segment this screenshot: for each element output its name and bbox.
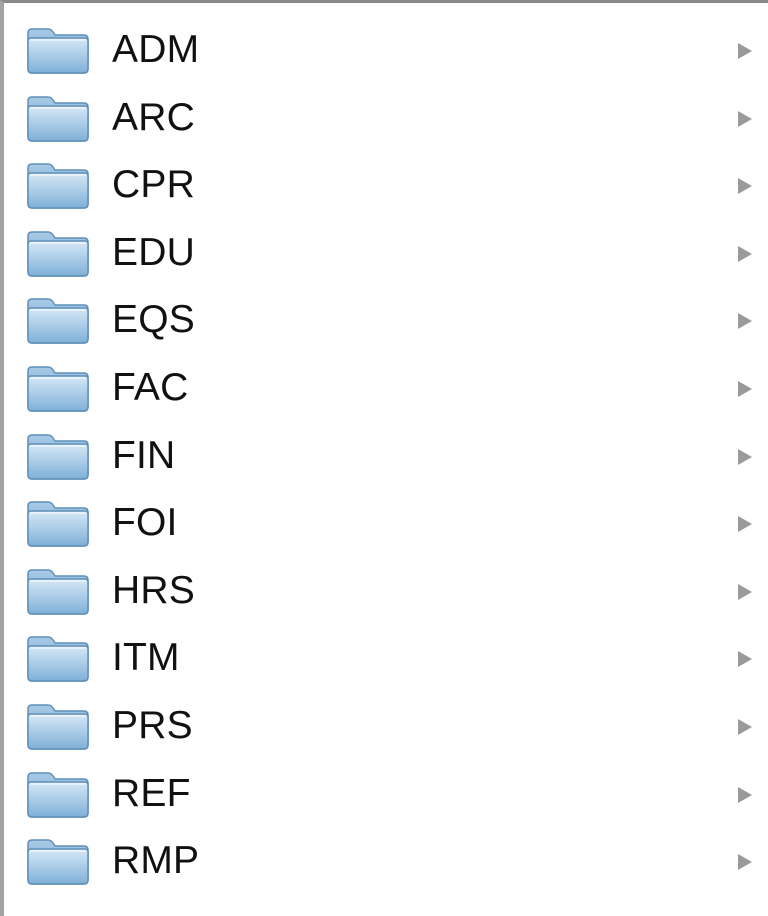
folder-row-prs[interactable]: PRS [4,689,768,757]
folder-label: REF [112,771,191,815]
disclosure-arrow-icon [738,178,752,195]
folder-row-itm[interactable]: ITM [4,621,768,689]
folder-row-fac[interactable]: FAC [4,351,768,419]
disclosure-arrow-icon [738,380,752,397]
disclosure-arrow-icon [738,516,752,533]
folder-icon [26,769,90,819]
folder-row-adm[interactable]: ADM [4,13,768,81]
folder-row-edu[interactable]: EDU [4,216,768,284]
folder-row-eqs[interactable]: EQS [4,283,768,351]
folder-icon [26,295,90,345]
folder-row-rmp[interactable]: RMP [4,824,768,892]
folder-icon [26,93,90,143]
disclosure-arrow-icon [738,651,752,668]
disclosure-arrow-icon [738,110,752,127]
disclosure-arrow-icon [738,245,752,262]
folder-row-fin[interactable]: FIN [4,419,768,487]
folder-label: EQS [112,298,195,342]
disclosure-arrow-icon [738,43,752,59]
folder-icon [26,431,90,481]
folder-icon [26,25,90,75]
folder-label: CPR [112,163,195,207]
disclosure-arrow-icon [738,786,752,803]
folder-icon [26,701,90,751]
folder-label: FIN [112,433,176,477]
folder-label: RMP [112,839,200,883]
folder-label: ADM [112,28,200,71]
folder-icon [26,498,90,548]
disclosure-arrow-icon [738,583,752,600]
folder-label: PRS [112,703,193,747]
folder-icon [26,228,90,278]
disclosure-arrow-icon [738,854,752,871]
folder-row-cpr[interactable]: CPR [4,148,768,216]
folder-row-ref[interactable]: REF [4,757,768,825]
folder-label: EDU [112,230,195,274]
folder-label: ARC [112,95,195,139]
folder-icon [26,836,90,886]
folder-label: ITM [112,636,180,680]
folder-icon [26,160,90,210]
folder-icon [26,566,90,616]
disclosure-arrow-icon [738,718,752,735]
disclosure-arrow-icon [738,448,752,465]
folder-label: FAC [112,365,189,409]
folder-row-hrs[interactable]: HRS [4,554,768,622]
folder-row-arc[interactable]: ARC [4,81,768,149]
folder-row-foi[interactable]: FOI [4,486,768,554]
folder-icon [26,633,90,683]
finder-column: ADM ARC CPR EDU EQS FAC FIN FOI HRS ITM … [0,0,768,916]
folder-list: ADM ARC CPR EDU EQS FAC FIN FOI HRS ITM … [4,13,768,892]
folder-icon [26,363,90,413]
folder-label: FOI [112,501,178,545]
folder-label: HRS [112,568,195,612]
disclosure-arrow-icon [738,313,752,330]
